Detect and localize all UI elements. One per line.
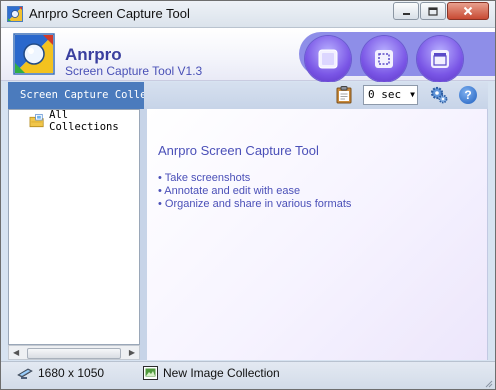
- app-icon: [7, 6, 23, 22]
- capture-region-button[interactable]: [361, 36, 407, 82]
- main-content: Anrpro Screen Capture Tool • Take screen…: [147, 109, 488, 360]
- capture-window-icon: [318, 49, 338, 69]
- scrollbar-thumb[interactable]: [27, 348, 121, 359]
- resize-grip-icon[interactable]: [483, 378, 493, 388]
- new-image-collection-label: New Image Collection: [163, 366, 280, 380]
- window-title: Anrpro Screen Capture Tool: [29, 6, 190, 21]
- title-bar[interactable]: Anrpro Screen Capture Tool: [1, 1, 495, 28]
- dropdown-arrow-icon: ▼: [410, 90, 415, 99]
- close-icon: [463, 6, 473, 16]
- delay-select[interactable]: 0 sec ▼: [363, 85, 418, 105]
- clipboard-icon[interactable]: [336, 86, 352, 104]
- anrpro-logo-icon: [13, 33, 55, 75]
- close-button[interactable]: [447, 2, 489, 20]
- brand-version: Screen Capture Tool V1.3: [65, 64, 203, 78]
- capture-region-icon: [375, 50, 393, 68]
- capture-fullscreen-button[interactable]: [417, 36, 463, 82]
- status-bar: 1680 x 1050 New Image Collection: [1, 361, 495, 389]
- help-icon[interactable]: ?: [459, 86, 477, 104]
- toolbar: Screen Capture Collections 0 sec ▼ ?: [8, 82, 488, 109]
- scroll-left-icon[interactable]: ◀: [13, 348, 19, 357]
- welcome-title: Anrpro Screen Capture Tool: [158, 143, 319, 158]
- folder-collection-icon: [29, 113, 44, 128]
- capture-ribbon: [299, 32, 495, 82]
- new-image-collection-button[interactable]: New Image Collection: [143, 366, 280, 380]
- feature-item: • Annotate and edit with ease: [158, 185, 301, 197]
- pane-splitter[interactable]: [140, 109, 147, 360]
- feature-item: • Organize and share in various formats: [158, 198, 352, 210]
- minimize-icon: [402, 12, 410, 15]
- sidebar-title: Screen Capture Collections: [8, 82, 144, 109]
- collections-tree[interactable]: All Collections: [8, 109, 140, 345]
- horizontal-scrollbar[interactable]: ◀ ▶: [8, 345, 140, 360]
- tree-item-all-collections[interactable]: All Collections: [29, 109, 139, 133]
- brand-name: Anrpro: [65, 45, 122, 64]
- window-controls: [392, 2, 489, 20]
- feature-item: • Take screenshots: [158, 172, 251, 184]
- screen-resolution-text: 1680 x 1050: [38, 366, 105, 380]
- minimize-button[interactable]: [393, 2, 419, 20]
- screen-resolution: 1680 x 1050: [17, 366, 104, 380]
- maximize-icon: [428, 6, 438, 16]
- capture-window-button[interactable]: [305, 36, 351, 82]
- new-collection-icon: [143, 366, 158, 380]
- maximize-button[interactable]: [420, 2, 446, 20]
- monitor-icon: [17, 368, 33, 379]
- app-window: Anrpro Screen Capture Tool Anrpro Screen…: [0, 0, 496, 390]
- capture-fullscreen-icon: [431, 50, 449, 68]
- scroll-right-icon[interactable]: ▶: [129, 348, 135, 357]
- app-header: Anrpro Screen Capture Tool V1.3: [1, 28, 495, 82]
- delay-select-value: 0 sec: [368, 88, 402, 101]
- tree-item-label: All Collections: [49, 109, 119, 133]
- gear-icon[interactable]: [430, 86, 448, 104]
